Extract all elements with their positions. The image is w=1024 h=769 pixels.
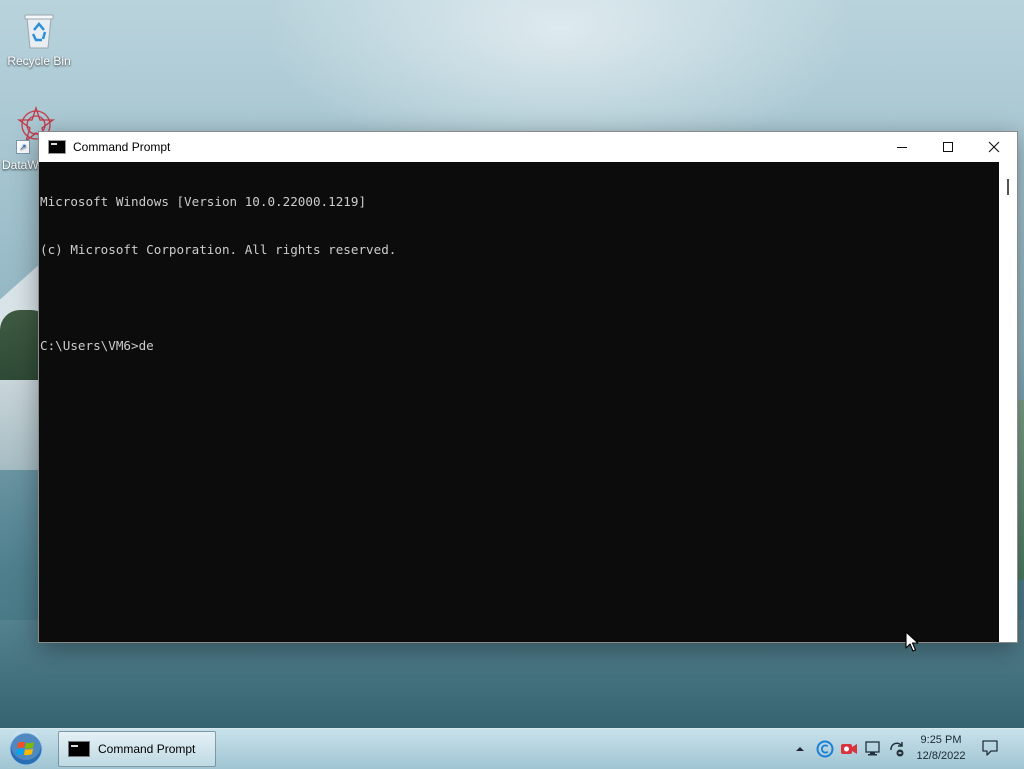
chevron-up-icon — [796, 747, 804, 751]
taskbar: Command Prompt 9:25 PM 12/8/2022 — [0, 728, 1024, 769]
console-prompt-line[interactable]: C:\Users\VM6>de — [40, 338, 1000, 354]
window-title: Command Prompt — [73, 139, 171, 154]
cmd-icon — [48, 139, 66, 154]
start-button[interactable] — [7, 731, 45, 767]
taskbar-item-command-prompt[interactable]: Command Prompt — [58, 731, 216, 767]
minimize-button[interactable] — [879, 132, 925, 161]
mouse-cursor-icon — [905, 631, 919, 653]
console-scrollbar[interactable] — [999, 162, 1017, 642]
maximize-button[interactable] — [925, 132, 971, 161]
tray-item-sync[interactable] — [887, 739, 907, 759]
maximize-icon — [943, 141, 953, 152]
network-icon — [865, 741, 880, 756]
desktop-icon-label: DataW — [2, 158, 39, 172]
tray-item-c[interactable] — [815, 739, 835, 759]
scrollbar-thumb[interactable] — [1007, 179, 1009, 195]
desktop-icon-datawatch[interactable]: ↗ DataW — [0, 106, 55, 172]
desktop-icon-recycle-bin[interactable]: Recycle Bin — [1, 10, 77, 68]
show-hidden-icons-button[interactable] — [793, 739, 807, 759]
window-titlebar[interactable]: Command Prompt — [39, 132, 1017, 161]
sync-icon — [890, 742, 904, 757]
command-prompt-window[interactable]: Command Prompt Microsoft Windows [Versio… — [38, 131, 1018, 643]
recycle-bin-icon — [19, 10, 59, 50]
notification-button[interactable] — [980, 738, 1002, 760]
shortcut-arrow-icon: ↗ — [16, 140, 30, 154]
cmd-icon — [68, 741, 90, 757]
console-line: (c) Microsoft Corporation. All rights re… — [40, 242, 397, 257]
minimize-icon — [897, 146, 907, 148]
camera-icon — [841, 744, 857, 754]
taskbar-item-label: Command Prompt — [98, 742, 196, 756]
taskbar-clock[interactable]: 9:25 PM 12/8/2022 — [906, 732, 976, 766]
tray-item-network[interactable] — [863, 739, 883, 759]
clock-date: 12/8/2022 — [916, 750, 966, 762]
clock-time: 9:25 PM — [920, 734, 962, 746]
desktop-icon-label: Recycle Bin — [7, 54, 71, 68]
notification-icon — [982, 740, 998, 756]
copilot-c-icon — [816, 740, 834, 758]
console-output[interactable]: Microsoft Windows [Version 10.0.22000.12… — [39, 162, 1000, 642]
close-icon — [988, 141, 1000, 152]
windows-start-icon — [9, 732, 43, 766]
tray-item-camera[interactable] — [839, 739, 859, 759]
console-line: Microsoft Windows [Version 10.0.22000.12… — [40, 194, 367, 209]
close-button[interactable] — [971, 132, 1017, 161]
